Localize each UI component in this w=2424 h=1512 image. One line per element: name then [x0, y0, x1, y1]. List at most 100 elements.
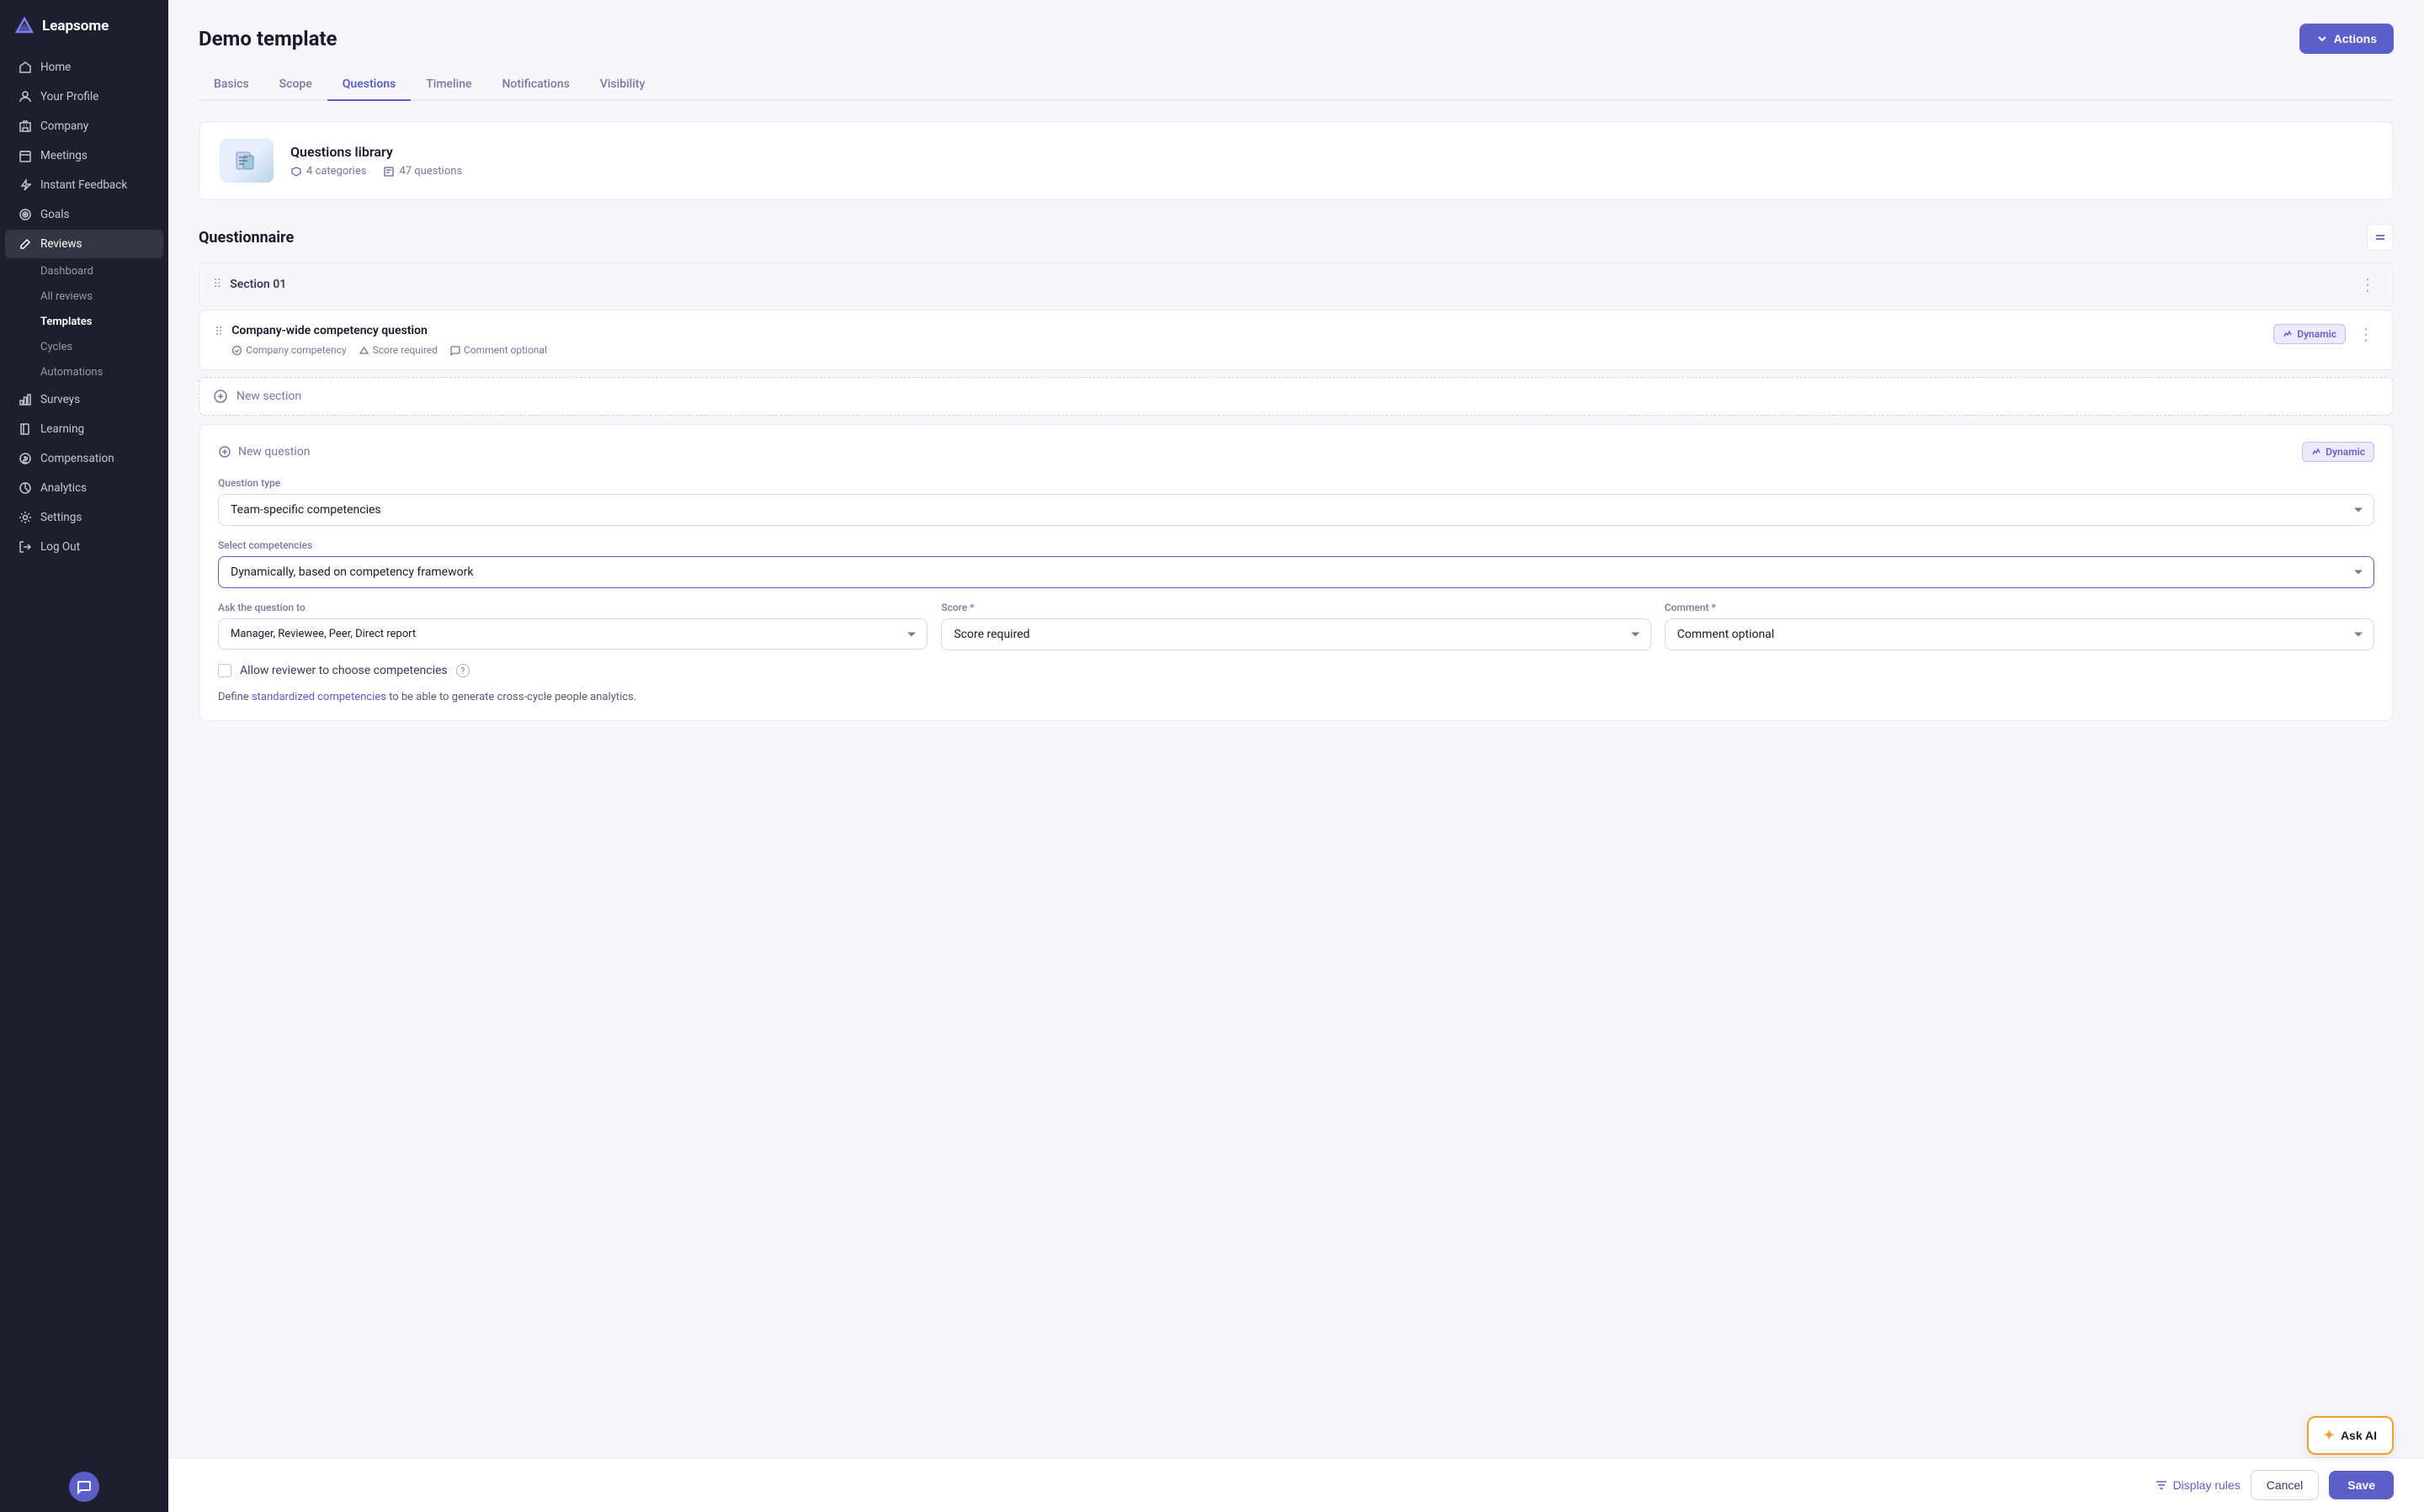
chevron-down-icon: [2316, 33, 2328, 45]
sidebar-item-templates[interactable]: Templates: [5, 310, 163, 334]
user-icon: [19, 90, 32, 103]
bar-chart-icon: [19, 393, 32, 406]
sidebar-bottom: [0, 1456, 168, 1512]
question-card-right: Dynamic ⋮: [2273, 324, 2378, 344]
questions-library-card: Questions library 4 categories 47 questi…: [199, 121, 2394, 200]
actions-button-label: Actions: [2334, 32, 2377, 45]
sidebar-item-surveys[interactable]: Surveys: [5, 385, 163, 414]
actions-button[interactable]: Actions: [2299, 24, 2394, 54]
question-tag-comment: Comment optional: [449, 344, 547, 356]
sidebar-item-cycles[interactable]: Cycles: [5, 335, 163, 359]
sidebar-item-goals[interactable]: Goals: [5, 200, 163, 229]
library-meta: 4 categories 47 questions: [290, 165, 462, 178]
sidebar-item-label: Log Out: [40, 540, 80, 554]
question-tag-score: Score required: [359, 344, 438, 356]
question-drag-handle[interactable]: ⠿: [215, 324, 223, 339]
tab-questions[interactable]: Questions: [327, 69, 411, 101]
comment-label: Comment *: [1665, 602, 2374, 613]
question-title: Company-wide competency question: [231, 324, 2263, 337]
dollar-icon: [19, 452, 32, 465]
select-competencies-label: Select competencies: [218, 539, 2374, 551]
save-button[interactable]: Save: [2329, 1471, 2394, 1499]
new-question-dynamic-badge: Dynamic: [2302, 442, 2374, 462]
logo-text: Leapsome: [42, 18, 109, 34]
plus-circle-small-icon: [218, 445, 231, 459]
comment-col: Comment * Comment optional: [1665, 602, 2374, 650]
sidebar-item-compensation[interactable]: Compensation: [5, 444, 163, 473]
sidebar-item-reviews[interactable]: Reviews: [5, 230, 163, 258]
sidebar-item-label: Reviews: [40, 237, 82, 251]
filter-icon: [2155, 1478, 2168, 1492]
cancel-button[interactable]: Cancel: [2251, 1470, 2320, 1500]
questionnaire-header: Questionnaire: [199, 224, 2394, 251]
sidebar-item-label: Learning: [40, 422, 84, 436]
tab-visibility[interactable]: Visibility: [585, 69, 660, 101]
sidebar-item-learning[interactable]: Learning: [5, 415, 163, 443]
question-tag-competency: Company competency: [231, 344, 346, 356]
sidebar-item-home[interactable]: Home: [5, 53, 163, 82]
building-icon: [19, 119, 32, 133]
tab-notifications[interactable]: Notifications: [487, 69, 585, 101]
sidebar-item-log-out[interactable]: Log Out: [5, 533, 163, 561]
sidebar-item-meetings[interactable]: Meetings: [5, 141, 163, 170]
sidebar-item-label: Surveys: [40, 393, 80, 406]
select-competencies-select[interactable]: Dynamically, based on competency framewo…: [218, 556, 2374, 588]
sidebar-item-label: Home: [40, 61, 71, 74]
sidebar-item-label: Instant Feedback: [40, 178, 127, 192]
score-label: Score *: [941, 602, 1651, 613]
ask-to-select[interactable]: Manager, Reviewee, Peer, Direct report: [218, 618, 928, 650]
sidebar-item-your-profile[interactable]: Your Profile: [5, 82, 163, 111]
ask-to-col: Ask the question to Manager, Reviewee, P…: [218, 602, 928, 650]
content-area: Demo template Actions Basics Scope Quest…: [168, 0, 2424, 1457]
new-question-title-row: New question: [218, 445, 310, 459]
tab-timeline[interactable]: Timeline: [411, 69, 486, 101]
main-nav: Home Your Profile Company Meetings Insta…: [0, 49, 168, 1456]
chat-bubble-button[interactable]: [69, 1472, 99, 1502]
main-content: Demo template Actions Basics Scope Quest…: [168, 0, 2424, 1512]
sidebar-item-label: Compensation: [40, 452, 114, 465]
standardized-competencies-link[interactable]: standardized competencies: [252, 691, 386, 703]
expand-collapse-button[interactable]: [2367, 224, 2394, 251]
add-section-row[interactable]: New section: [199, 377, 2394, 416]
ask-to-label: Ask the question to: [218, 602, 928, 613]
sidebar-item-label: Your Profile: [40, 90, 98, 103]
pie-chart-icon: [19, 481, 32, 495]
sidebar: Leapsome Home Your Profile Company Meeti…: [0, 0, 168, 1512]
comment-select[interactable]: Comment optional: [1665, 618, 2374, 650]
section-01-row: ⠿ Section 01 ⋮: [199, 263, 2394, 306]
log-out-icon: [19, 540, 32, 554]
add-section-label: New section: [237, 390, 301, 403]
logo[interactable]: Leapsome: [0, 0, 168, 49]
sidebar-item-automations[interactable]: Automations: [5, 360, 163, 385]
sidebar-item-instant-feedback[interactable]: Instant Feedback: [5, 171, 163, 199]
question-type-label: Question type: [218, 477, 2374, 489]
sidebar-item-company[interactable]: Company: [5, 112, 163, 141]
sidebar-item-settings[interactable]: Settings: [5, 503, 163, 532]
section-01-label: Section 01: [230, 278, 286, 291]
allow-reviewer-checkbox[interactable]: [218, 664, 231, 677]
help-icon[interactable]: ?: [456, 664, 470, 677]
score-select[interactable]: Score required: [941, 618, 1651, 650]
library-categories: 4 categories: [290, 165, 366, 178]
book-icon: [19, 422, 32, 436]
sidebar-item-analytics[interactable]: Analytics: [5, 474, 163, 502]
tab-scope[interactable]: Scope: [264, 69, 327, 101]
sidebar-item-label: Goals: [40, 208, 70, 221]
question-type-select[interactable]: Team-specific competencies: [218, 494, 2374, 526]
question-more-button[interactable]: ⋮: [2354, 324, 2378, 344]
question-card: ⠿ Company-wide competency question Compa…: [199, 310, 2394, 370]
settings-icon: [19, 511, 32, 524]
sidebar-item-all-reviews[interactable]: All reviews: [5, 284, 163, 309]
section-more-button[interactable]: ⋮: [2356, 274, 2379, 294]
sidebar-item-label: Settings: [40, 511, 82, 524]
new-question-label: New question: [238, 445, 310, 459]
sidebar-item-label: Company: [40, 119, 88, 133]
tab-basics[interactable]: Basics: [199, 69, 264, 101]
sidebar-item-dashboard[interactable]: Dashboard: [5, 259, 163, 284]
new-question-header: New question Dynamic: [218, 442, 2374, 462]
display-rules-button[interactable]: Display rules: [2155, 1478, 2241, 1492]
drag-handle-icon[interactable]: ⠿: [213, 278, 221, 291]
ask-ai-button[interactable]: ✦ Ask AI: [2307, 1416, 2394, 1455]
question-type-group: Question type Team-specific competencies: [218, 477, 2374, 526]
allow-reviewer-label: Allow reviewer to choose competencies: [240, 664, 448, 677]
